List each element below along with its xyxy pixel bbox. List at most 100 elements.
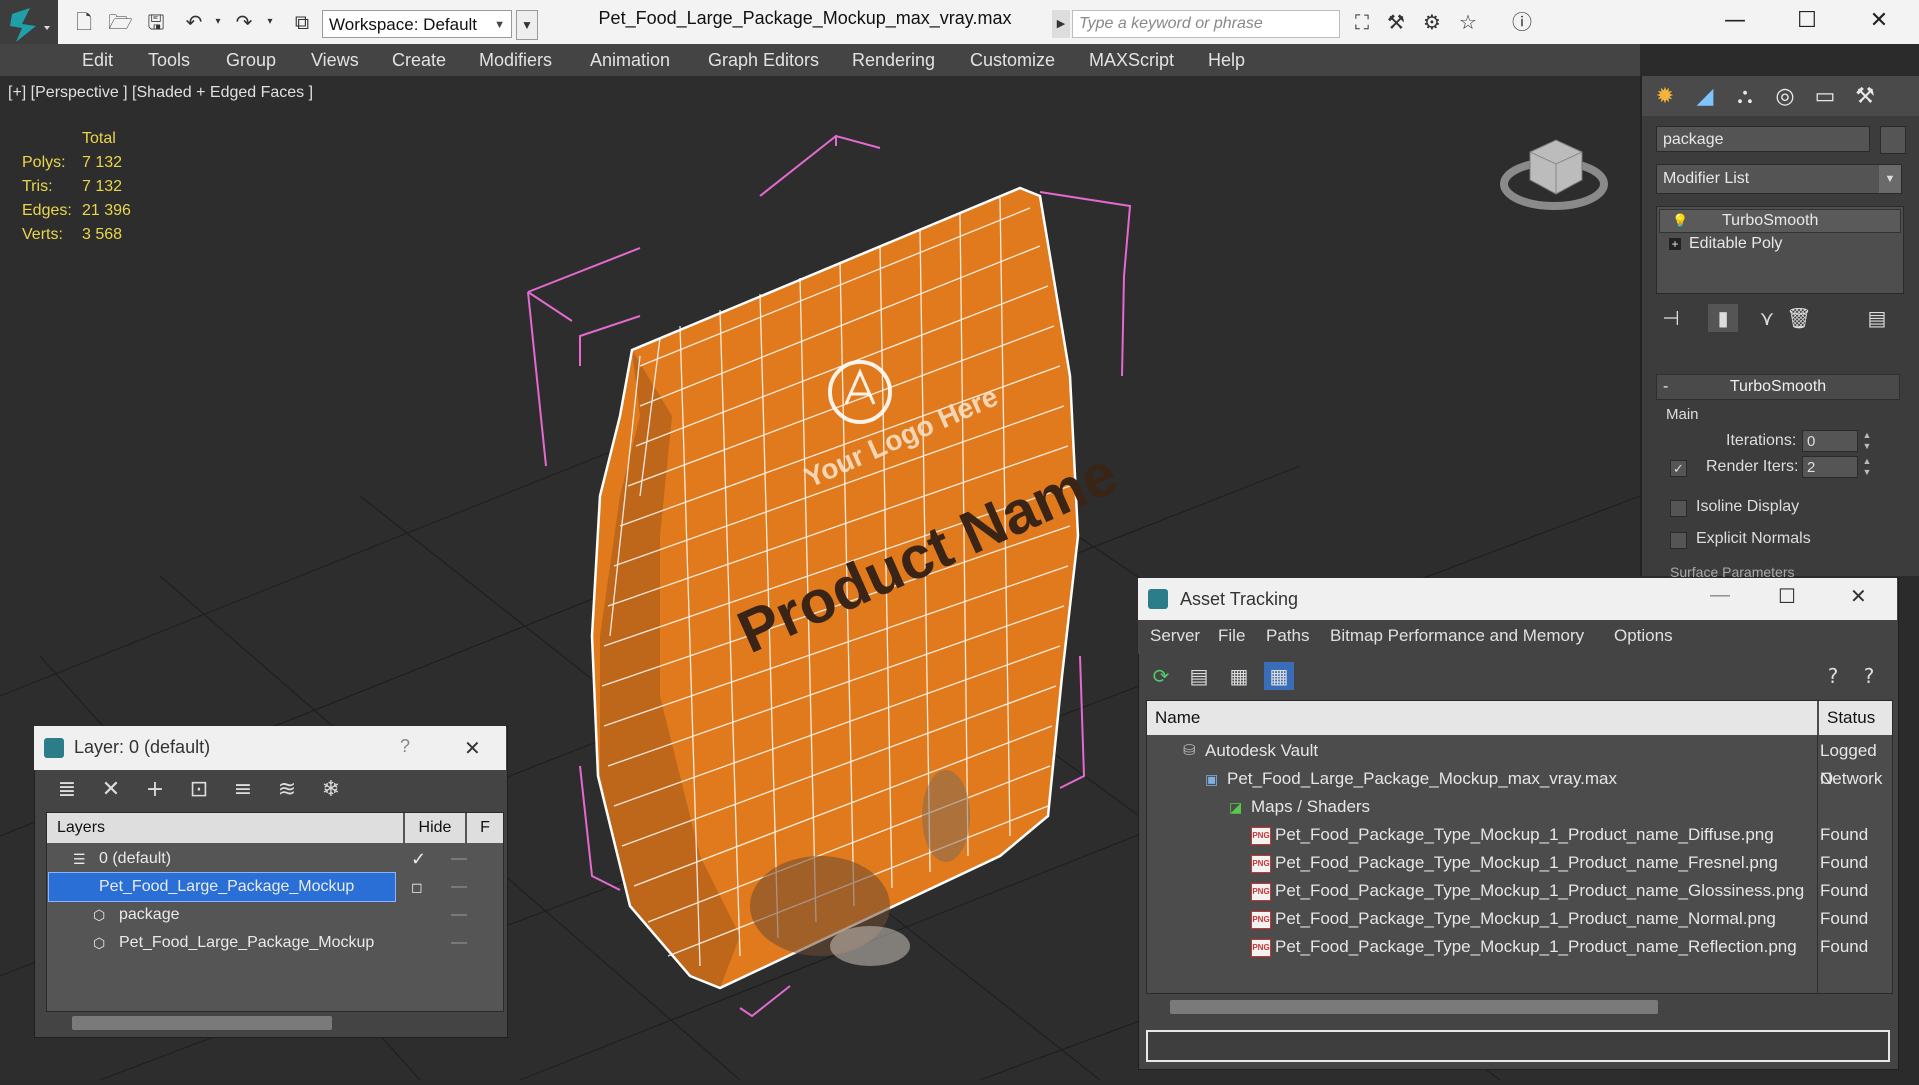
lightbulb-icon[interactable]: 💡 bbox=[1672, 210, 1688, 232]
create-tab-icon[interactable]: ✹ bbox=[1648, 82, 1682, 112]
hide-toggle-icon[interactable]: — bbox=[451, 901, 467, 929]
asset-row[interactable]: PNG Pet_Food_Package_Type_Mockup_1_Produ… bbox=[1147, 849, 1892, 877]
redo-dropdown-icon[interactable]: ▾ bbox=[258, 10, 282, 34]
save-file-icon[interactable]: 🖫 bbox=[144, 10, 168, 34]
minimize-button[interactable]: — bbox=[1712, 6, 1758, 36]
column-name[interactable]: Name bbox=[1147, 701, 1817, 735]
spinner-arrows-icon[interactable]: ▲ ▼ bbox=[1860, 456, 1874, 478]
configure-sets-icon[interactable]: ▤ bbox=[1862, 304, 1892, 332]
layer-row[interactable]: ⊟ ☰ Pet_Food_Large_Package_Mockup ◻ — bbox=[47, 872, 503, 902]
render-iters-checkbox[interactable]: ✓ bbox=[1670, 460, 1687, 477]
asset-path-field[interactable] bbox=[1146, 1030, 1890, 1062]
asset-row[interactable]: PNG Pet_Food_Package_Type_Mockup_1_Produ… bbox=[1147, 933, 1892, 961]
pin-stack-icon[interactable]: ⊣ bbox=[1656, 304, 1686, 332]
layer-row[interactable]: ⬡ Pet_Food_Large_Package_Mockup — bbox=[47, 929, 503, 957]
workspace-menu-arrow-icon[interactable]: ▼ bbox=[516, 10, 538, 40]
set-current-layer-icon[interactable]: ≋ bbox=[272, 776, 302, 804]
menu-edit[interactable]: Edit bbox=[82, 50, 113, 71]
close-button[interactable]: ✕ bbox=[1850, 584, 1867, 609]
hide-toggle-icon[interactable]: — bbox=[451, 873, 467, 901]
asset-row[interactable]: PNG Pet_Food_Package_Type_Mockup_1_Produ… bbox=[1147, 821, 1892, 849]
display-tab-icon[interactable]: ▭ bbox=[1808, 82, 1842, 112]
workspace-dropdown[interactable]: Workspace: Default ▼ bbox=[322, 10, 512, 38]
object-color-swatch[interactable] bbox=[1880, 126, 1906, 154]
viewcube-widget[interactable] bbox=[1500, 122, 1612, 227]
maximize-button[interactable]: ☐ bbox=[1784, 6, 1830, 36]
viewport-label[interactable]: [+] [Perspective ] [Shaded + Edged Faces… bbox=[8, 84, 313, 102]
search-expand-icon[interactable]: ▶ bbox=[1052, 10, 1070, 38]
asset-row[interactable]: PNG Pet_Food_Package_Type_Mockup_1_Produ… bbox=[1147, 905, 1892, 933]
modify-tab-icon[interactable]: ◢ bbox=[1688, 82, 1722, 112]
expand-plus-icon[interactable]: + bbox=[1669, 238, 1681, 250]
menu-tools[interactable]: Tools bbox=[148, 50, 190, 71]
asset-row[interactable]: ▣ Pet_Food_Large_Package_Mockup_max_vray… bbox=[1147, 765, 1892, 793]
new-file-icon[interactable]: 🗋 bbox=[72, 10, 96, 34]
menu-customize[interactable]: Customize bbox=[970, 50, 1055, 71]
asset-row[interactable]: ◪ Maps / Shaders bbox=[1147, 793, 1892, 821]
column-status[interactable]: Status bbox=[1819, 701, 1892, 735]
tools-icon[interactable]: ⚒ bbox=[1384, 10, 1408, 34]
select-layer-icon[interactable]: ≡ bbox=[228, 776, 258, 804]
list-view-icon[interactable]: ▤ bbox=[1184, 662, 1214, 690]
help-icon[interactable]: ⓘ bbox=[1510, 10, 1534, 34]
asset-horizontal-scrollbar[interactable] bbox=[1170, 1000, 1658, 1014]
make-unique-icon[interactable]: ⋎ bbox=[1752, 304, 1782, 332]
menu-options[interactable]: Options bbox=[1614, 626, 1673, 646]
menu-paths[interactable]: Paths bbox=[1266, 626, 1309, 646]
maximize-button[interactable]: ☐ bbox=[1778, 584, 1796, 609]
layer-horizontal-scrollbar[interactable] bbox=[72, 1016, 332, 1030]
menu-rendering[interactable]: Rendering bbox=[852, 50, 935, 71]
explicit-normals-checkbox[interactable] bbox=[1670, 532, 1687, 549]
iterations-spinner[interactable]: 0 bbox=[1802, 430, 1858, 452]
utilities-tab-icon[interactable]: ⚒ bbox=[1848, 82, 1882, 112]
menu-server[interactable]: Server bbox=[1150, 626, 1200, 646]
column-hide[interactable]: Hide bbox=[405, 813, 465, 843]
thumbnail-view-icon[interactable]: ▦ bbox=[1224, 662, 1254, 690]
spinner-arrows-icon[interactable]: ▲ ▼ bbox=[1860, 430, 1874, 452]
create-layer-icon[interactable]: ≣ bbox=[52, 776, 82, 804]
layer-row[interactable]: ⬡ package — bbox=[47, 901, 503, 929]
active-layer-check-icon[interactable]: ✓ bbox=[411, 845, 426, 873]
stack-item-turbosmooth[interactable]: 💡 TurboSmooth bbox=[1659, 209, 1901, 233]
help-question-icon[interactable]: ? bbox=[1818, 662, 1848, 690]
undo-dropdown-icon[interactable]: ▾ bbox=[206, 10, 230, 34]
object-name-field[interactable]: package bbox=[1656, 126, 1870, 152]
asset-row[interactable]: PNG Pet_Food_Package_Type_Mockup_1_Produ… bbox=[1147, 877, 1892, 905]
refresh-icon[interactable]: ⟳ bbox=[1146, 662, 1176, 690]
motion-tab-icon[interactable]: ◎ bbox=[1768, 82, 1802, 112]
table-view-icon[interactable]: ▦ bbox=[1264, 662, 1294, 690]
column-layers[interactable]: Layers bbox=[47, 813, 403, 843]
close-button[interactable]: ✕ bbox=[1856, 6, 1902, 36]
turbosmooth-rollout-header[interactable]: - TurboSmooth bbox=[1656, 374, 1900, 400]
open-file-icon[interactable]: 🗁 bbox=[108, 10, 133, 34]
menu-modifiers[interactable]: Modifiers bbox=[479, 50, 552, 71]
menu-animation[interactable]: Animation bbox=[590, 50, 670, 71]
undo-icon[interactable]: ↶ bbox=[182, 10, 206, 34]
hide-toggle-icon[interactable]: — bbox=[451, 845, 467, 873]
binoculars-icon[interactable]: ⛶ bbox=[1350, 10, 1374, 34]
menu-create[interactable]: Create bbox=[392, 50, 446, 71]
menu-maxscript[interactable]: MAXScript bbox=[1089, 50, 1174, 71]
help-button[interactable]: ? bbox=[400, 736, 410, 757]
menu-graph-editors[interactable]: Graph Editors bbox=[708, 50, 819, 71]
favorites-star-icon[interactable]: ☆ bbox=[1456, 10, 1480, 34]
set-active-layer-icon[interactable]: ◻ bbox=[411, 873, 423, 901]
asset-row[interactable]: ⛁ Autodesk Vault Logged O bbox=[1147, 737, 1892, 788]
isoline-display-checkbox[interactable] bbox=[1670, 500, 1687, 517]
menu-group[interactable]: Group bbox=[226, 50, 276, 71]
menu-file[interactable]: File bbox=[1218, 626, 1245, 646]
hide-unhide-layers-icon[interactable]: ❄ bbox=[316, 776, 346, 804]
menu-views[interactable]: Views bbox=[311, 50, 359, 71]
stack-item-editable-poly[interactable]: + Editable Poly bbox=[1659, 233, 1899, 255]
minimize-button[interactable]: — bbox=[1710, 584, 1730, 607]
redo-icon[interactable]: ↷ bbox=[232, 10, 256, 34]
autodesk-account-icon[interactable]: ⚙ bbox=[1420, 10, 1444, 34]
render-iters-spinner[interactable]: 2 bbox=[1802, 456, 1858, 478]
hide-toggle-icon[interactable]: — bbox=[451, 929, 467, 957]
context-help-icon[interactable]: ? bbox=[1854, 662, 1884, 690]
select-objects-icon[interactable]: ⊡ bbox=[184, 776, 214, 804]
menu-bitmap-performance[interactable]: Bitmap Performance and Memory bbox=[1330, 626, 1584, 646]
add-to-layer-icon[interactable]: + bbox=[140, 776, 170, 804]
delete-layer-icon[interactable]: ✕ bbox=[96, 776, 126, 804]
modifier-list-dropdown[interactable]: Modifier List ▼ bbox=[1656, 164, 1902, 194]
